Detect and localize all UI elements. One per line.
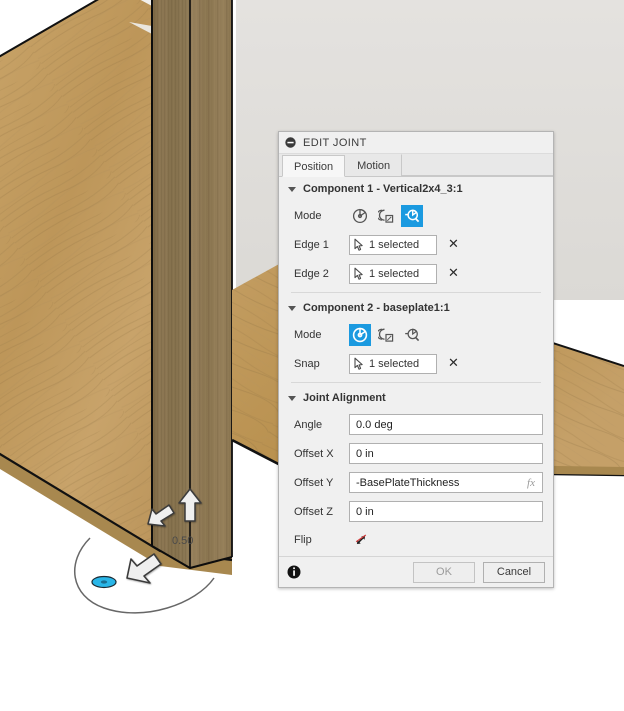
offset-z-value: 0 in [356, 505, 374, 518]
caret-down-icon [288, 186, 296, 192]
dialog-title-text: EDIT JOINT [303, 136, 367, 149]
offset-z-row: Offset Z 0 in [279, 497, 553, 526]
joint-between-two-faces-icon[interactable] [375, 324, 397, 346]
edge1-selection-field[interactable]: 1 selected [349, 234, 437, 255]
cancel-button[interactable]: Cancel [483, 561, 545, 583]
offset-x-value: 0 in [356, 447, 374, 460]
offset-x-label: Offset X [294, 447, 334, 460]
section-header-joint-alignment[interactable]: Joint Alignment [279, 386, 553, 410]
divider-1 [291, 292, 541, 293]
info-icon[interactable] [287, 565, 301, 579]
app-root: 0.50 EDIT JOINT Position Motion Componen… [0, 0, 624, 711]
component2-header-text: Component 2 - baseplate1:1 [303, 302, 450, 314]
flip-row: Flip [279, 526, 553, 554]
component1-mode-label: Mode [294, 209, 322, 222]
joint-between-two-faces-icon[interactable] [375, 205, 397, 227]
joint-origin-marker[interactable] [91, 575, 117, 589]
vertical-2x4-post [151, 0, 233, 570]
tab-position[interactable]: Position [282, 155, 346, 177]
tab-motion[interactable]: Motion [345, 154, 403, 176]
edge2-clear-icon[interactable]: ✕ [448, 267, 459, 280]
collapse-circle-icon[interactable] [285, 137, 296, 148]
edge1-row: Edge 1 1 selected ✕ [279, 230, 553, 259]
snap-selection-field[interactable]: 1 selected [349, 353, 437, 374]
snap-label: Snap [294, 357, 320, 370]
offset-x-input[interactable]: 0 in [349, 443, 543, 464]
edge2-selection-field[interactable]: 1 selected [349, 263, 437, 284]
fx-expression-icon[interactable]: fx [527, 477, 535, 489]
snap-value: 1 selected [369, 357, 420, 370]
joint-simple-icon[interactable] [349, 205, 371, 227]
select-cursor-icon [353, 357, 366, 371]
offset-z-label: Offset Z [294, 505, 333, 518]
joint-two-edge-intersection-icon[interactable] [401, 324, 423, 346]
offset-y-input[interactable]: -BasePlateThickness fx [349, 472, 543, 493]
angle-label: Angle [294, 418, 323, 431]
edge2-row: Edge 2 1 selected ✕ [279, 259, 553, 288]
dimension-label: 0.50 [172, 535, 194, 547]
offset-y-label: Offset Y [294, 476, 334, 489]
edit-joint-dialog: EDIT JOINT Position Motion Component 1 -… [278, 131, 554, 588]
flip-label: Flip [294, 534, 312, 546]
joint-simple-icon[interactable] [349, 323, 371, 346]
snap-clear-icon[interactable]: ✕ [448, 357, 459, 370]
component1-mode-icons [349, 204, 423, 227]
offset-z-input[interactable]: 0 in [349, 501, 543, 522]
select-cursor-icon [353, 238, 366, 252]
component1-mode-row: Mode [279, 201, 553, 230]
offset-y-row: Offset Y -BasePlateThickness fx [279, 468, 553, 497]
section-header-component1[interactable]: Component 1 - Vertical2x4_3:1 [279, 177, 553, 201]
divider-2 [291, 382, 541, 383]
section-header-component2[interactable]: Component 2 - baseplate1:1 [279, 296, 553, 320]
component1-header-text: Component 1 - Vertical2x4_3:1 [303, 183, 463, 195]
edge1-value: 1 selected [369, 238, 420, 251]
component2-mode-icons [349, 323, 423, 346]
select-cursor-icon [353, 267, 366, 281]
edge1-clear-icon[interactable]: ✕ [448, 238, 459, 251]
dialog-title-bar[interactable]: EDIT JOINT [279, 132, 553, 154]
offset-x-row: Offset X 0 in [279, 439, 553, 468]
edge2-label: Edge 2 [294, 267, 329, 280]
ok-button[interactable]: OK [413, 561, 475, 583]
snap-row: Snap 1 selected ✕ [279, 349, 553, 378]
joint-alignment-header-text: Joint Alignment [303, 392, 386, 404]
angle-value: 0.0 deg [356, 418, 393, 431]
component2-mode-row: Mode [279, 320, 553, 349]
angle-input[interactable]: 0.0 deg [349, 414, 543, 435]
dialog-footer: OK Cancel [279, 556, 553, 587]
caret-down-icon [288, 305, 296, 311]
angle-row: Angle 0.0 deg [279, 410, 553, 439]
edge1-label: Edge 1 [294, 238, 329, 251]
translate-arrow-lower-left[interactable] [126, 553, 162, 584]
tab-filler [402, 154, 553, 176]
dialog-tabs: Position Motion [279, 154, 553, 177]
edge2-value: 1 selected [369, 267, 420, 280]
offset-y-value: -BasePlateThickness [356, 476, 460, 489]
component2-mode-label: Mode [294, 328, 322, 341]
caret-down-icon [288, 395, 296, 401]
joint-two-edge-intersection-icon[interactable] [401, 204, 423, 227]
dialog-body: Component 1 - Vertical2x4_3:1 Mode Edge … [279, 177, 553, 556]
flip-disabled-icon[interactable] [349, 529, 373, 551]
